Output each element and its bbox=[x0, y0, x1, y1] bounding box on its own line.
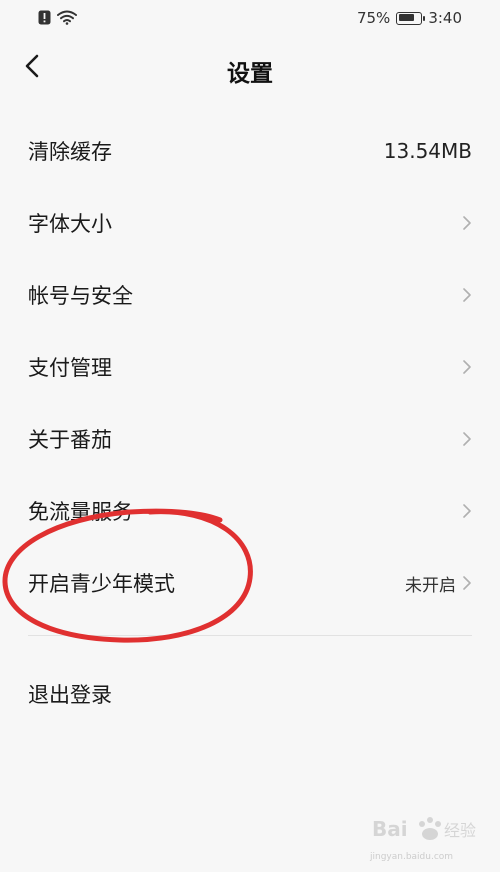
setting-label: 免流量服务 bbox=[28, 500, 133, 524]
battery-icon bbox=[396, 11, 426, 25]
setting-label: 支付管理 bbox=[28, 356, 112, 380]
logout-label: 退出登录 bbox=[28, 683, 112, 707]
setting-label: 开启青少年模式 bbox=[28, 572, 175, 596]
setting-account-security[interactable]: 帐号与安全 bbox=[0, 259, 500, 331]
chevron-right-icon bbox=[462, 575, 472, 591]
chevron-right-icon bbox=[462, 431, 472, 447]
divider bbox=[28, 635, 472, 636]
cache-size-value: 13.54MB bbox=[383, 139, 472, 163]
svg-text:Bai: Bai bbox=[372, 817, 408, 841]
baidu-logo-icon: Bai 经验 bbox=[372, 817, 476, 841]
setting-label: 帐号与安全 bbox=[28, 284, 133, 308]
baidu-watermark: Bai 经验 jingyan.baidu.com bbox=[370, 812, 480, 862]
chevron-right-icon bbox=[462, 215, 472, 231]
setting-free-data[interactable]: 免流量服务 bbox=[0, 475, 500, 547]
setting-label: 关于番茄 bbox=[28, 428, 112, 452]
settings-list: 清除缓存 13.54MB 字体大小 帐号与安全 支付管理 关于番茄 免流量服务 … bbox=[0, 115, 500, 619]
page-title: 设置 bbox=[227, 61, 273, 87]
chevron-right-icon bbox=[462, 287, 472, 303]
alert-icon bbox=[38, 10, 51, 29]
status-right: 75% 3:40 bbox=[357, 9, 462, 27]
status-bar: 75% 3:40 bbox=[0, 0, 500, 38]
svg-text:经验: 经验 bbox=[444, 821, 476, 840]
setting-payment[interactable]: 支付管理 bbox=[0, 331, 500, 403]
setting-label: 字体大小 bbox=[28, 212, 112, 236]
chevron-right-icon bbox=[462, 503, 472, 519]
setting-teen-mode[interactable]: 开启青少年模式 未开启 bbox=[0, 547, 500, 619]
clock: 3:40 bbox=[428, 9, 462, 27]
chevron-right-icon bbox=[462, 359, 472, 375]
setting-label: 清除缓存 bbox=[28, 140, 112, 164]
setting-clear-cache[interactable]: 清除缓存 13.54MB bbox=[0, 115, 500, 187]
battery-fill bbox=[398, 14, 414, 21]
logout-button[interactable]: 退出登录 bbox=[0, 658, 500, 730]
status-left bbox=[38, 10, 77, 29]
wifi-icon bbox=[57, 10, 77, 29]
setting-about[interactable]: 关于番茄 bbox=[0, 403, 500, 475]
watermark-url: jingyan.baidu.com bbox=[370, 852, 454, 862]
setting-font-size[interactable]: 字体大小 bbox=[0, 187, 500, 259]
battery-percent: 75% bbox=[356, 9, 391, 27]
header: 设置 bbox=[0, 40, 500, 100]
teen-mode-status: 未开启 bbox=[405, 575, 456, 596]
